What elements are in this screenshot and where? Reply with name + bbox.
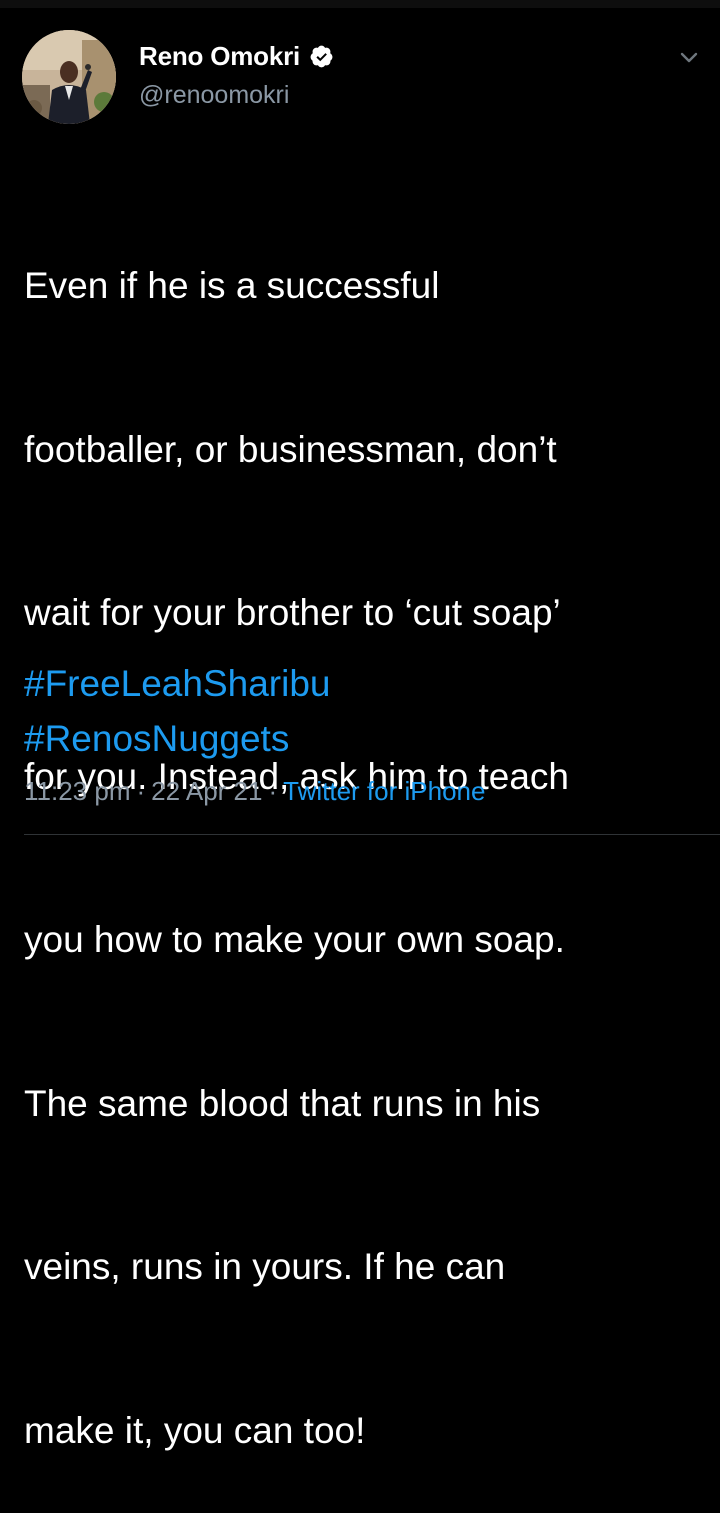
tweet-line: make it, you can too! bbox=[24, 1409, 366, 1451]
display-name[interactable]: Reno Omokri bbox=[139, 41, 300, 72]
hashtag-link[interactable]: #FreeLeahSharibu bbox=[24, 657, 704, 712]
bottom-divider bbox=[24, 834, 720, 835]
avatar-photo bbox=[22, 30, 116, 124]
tweet-text: Even if he is a successful footballer, o… bbox=[24, 150, 704, 1513]
chevron-down-icon[interactable] bbox=[676, 44, 702, 70]
user-handle[interactable]: @renoomokri bbox=[139, 81, 289, 110]
tweet-metadata: 11:23 pm · 22 Apr 21 · Twitter for iPhone bbox=[24, 776, 485, 807]
tweet-source-link[interactable]: Twitter for iPhone bbox=[283, 776, 485, 806]
hashtags: #FreeLeahSharibu #RenosNuggets bbox=[24, 657, 704, 766]
avatar[interactable] bbox=[22, 30, 116, 124]
separator: · bbox=[136, 776, 146, 806]
tweet-line: wait for your brother to ‘cut soap’ bbox=[24, 592, 561, 633]
tweet-line: you how to make your own soap. bbox=[24, 919, 565, 960]
tweet-line: The same blood that runs in his bbox=[24, 1082, 541, 1124]
tweet-date[interactable]: 22 Apr 21 bbox=[151, 776, 262, 806]
tweet-line: footballer, or businessman, don’t bbox=[24, 428, 557, 470]
hashtag-link[interactable]: #RenosNuggets bbox=[24, 712, 704, 767]
top-divider bbox=[0, 0, 720, 8]
tweet-line: Even if he is a successful bbox=[24, 265, 440, 306]
separator: · bbox=[268, 776, 278, 806]
verified-badge-icon bbox=[309, 44, 334, 69]
tweet-line: veins, runs in yours. If he can bbox=[24, 1246, 506, 1287]
tweet-time[interactable]: 11:23 pm bbox=[24, 776, 130, 806]
name-row[interactable]: Reno Omokri bbox=[139, 39, 334, 73]
